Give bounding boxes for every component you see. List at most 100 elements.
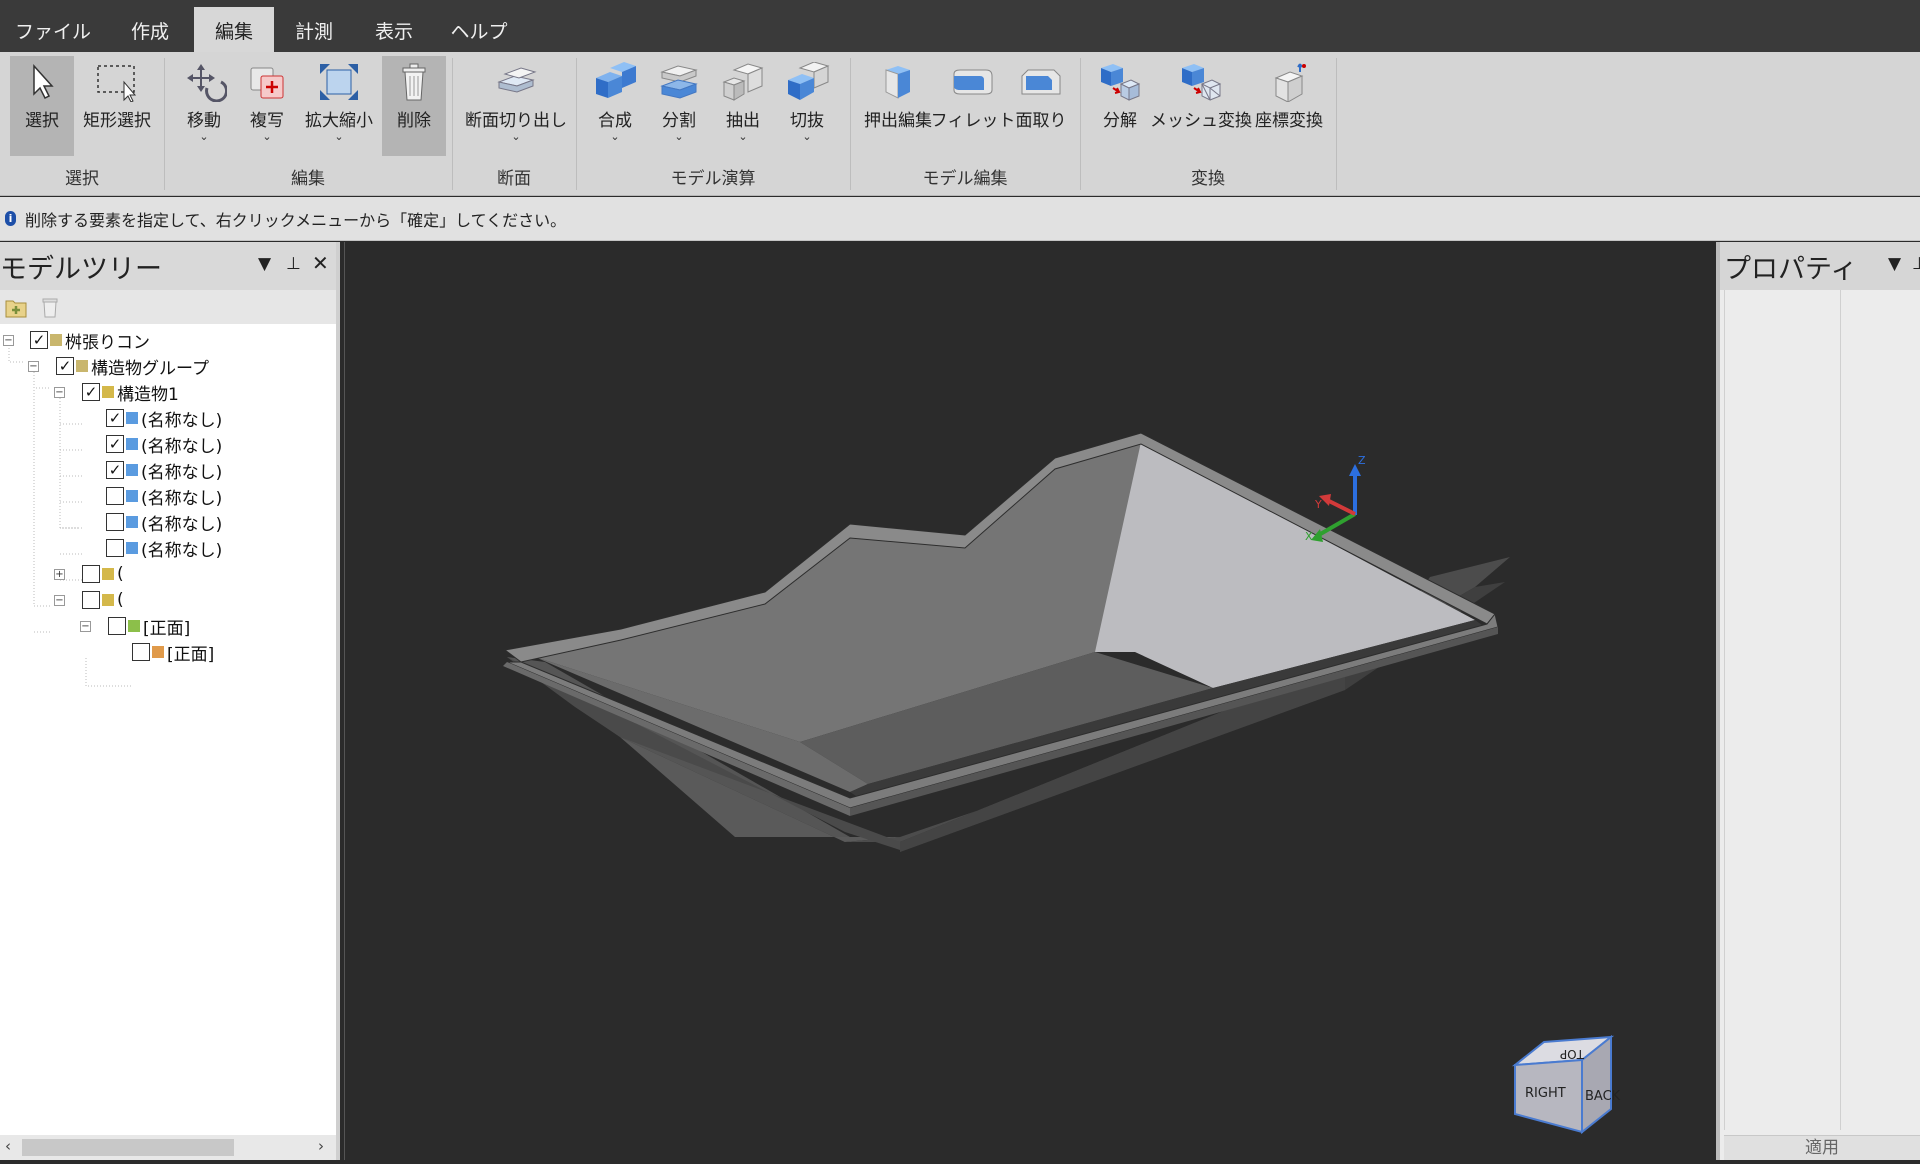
tree-item[interactable]: [正面] (132, 640, 214, 665)
tree-item[interactable]: − ✓ 桝張りコン (3, 328, 150, 353)
merge-button[interactable]: 合成 ⌄ (584, 56, 646, 156)
tree-item[interactable]: − ✓ 構造物グループ (28, 354, 209, 379)
tree-checkbox[interactable]: ✓ (106, 461, 124, 479)
copy-button[interactable]: 複写 ⌄ (238, 56, 296, 156)
view-cube[interactable]: TOP RIGHT BACK (1511, 1034, 1621, 1135)
collapse-icon[interactable]: − (54, 386, 65, 398)
tree-checkbox[interactable]: ✓ (106, 435, 124, 453)
tree-item[interactable]: ✓ (名称なし) (106, 406, 222, 431)
pin-icon[interactable]: ⊥ (1912, 254, 1920, 274)
explode-button[interactable]: 分解 (1088, 56, 1152, 156)
delete-button[interactable]: 削除 (382, 56, 446, 156)
horizontal-scrollbar[interactable]: ‹ › (0, 1135, 336, 1160)
split-label: 分割 (662, 111, 696, 131)
scale-label: 拡大縮小 (305, 111, 373, 131)
tree-checkbox[interactable] (132, 643, 150, 661)
tab-edit[interactable]: 編集 (194, 7, 274, 53)
group-label-model-edit: モデル編集 (922, 169, 1008, 189)
extract-button[interactable]: 抽出 ⌄ (712, 56, 774, 156)
mesh-convert-button[interactable]: メッシュ変換 (1150, 56, 1252, 156)
model-solid[interactable] (503, 432, 1515, 852)
solid-icon (126, 516, 138, 528)
chevron-down-icon: ⌄ (262, 130, 272, 143)
coord-convert-button[interactable]: 座標変換 (1250, 56, 1328, 156)
tree-item-label: [正面] (143, 618, 191, 639)
dropdown-icon[interactable]: ▼ (258, 254, 271, 274)
info-bar: i 削除する要素を指定して、右クリックメニューから「確定」してください。 (0, 197, 1920, 241)
group-icon (50, 334, 62, 346)
solid-icon (126, 438, 138, 450)
scale-button[interactable]: 拡大縮小 ⌄ (298, 56, 380, 156)
tree-checkbox[interactable]: ✓ (30, 331, 48, 349)
scrollbar-thumb[interactable] (22, 1139, 234, 1156)
group-label-convert: 変換 (1191, 169, 1225, 189)
extrude-edit-button[interactable]: 押出編集 (858, 56, 938, 156)
tab-help[interactable]: ヘルプ (434, 8, 524, 52)
tree-item[interactable]: (名称なし) (106, 536, 222, 561)
cutout-button[interactable]: 切抜 ⌄ (776, 56, 838, 156)
tree-item[interactable]: ✓ (名称なし) (106, 458, 223, 483)
tab-view[interactable]: 表示 (354, 8, 434, 52)
tree-checkbox[interactable]: ✓ (82, 383, 100, 401)
group-label-model-ops: モデル演算 (670, 169, 756, 189)
mesh-convert-icon (1182, 64, 1222, 101)
solid-icon (126, 464, 138, 476)
move-button[interactable]: 移動 ⌄ (172, 56, 236, 156)
rect-select-button[interactable]: 矩形選択 (76, 56, 158, 156)
tree-checkbox[interactable] (108, 617, 126, 635)
solid-icon (126, 490, 138, 502)
tab-measure[interactable]: 計測 (274, 8, 354, 52)
tree-checkbox[interactable]: ✓ (106, 409, 124, 427)
tree-checkbox[interactable] (82, 565, 100, 583)
scroll-left-icon[interactable]: ‹ (5, 1137, 11, 1155)
tree-checkbox[interactable] (106, 487, 124, 505)
move-label: 移動 (187, 111, 221, 131)
tree-checkbox[interactable]: ✓ (56, 357, 74, 375)
tree-item-label: (名称なし) (141, 462, 223, 483)
add-folder-icon[interactable] (4, 295, 30, 319)
extrude-edit-icon (885, 66, 910, 99)
tab-file[interactable]: ファイル (0, 8, 106, 52)
tree-item-label: 構造物グループ (91, 358, 209, 379)
collapse-icon[interactable]: − (54, 594, 65, 606)
fillet-button[interactable]: フィレット (931, 56, 1015, 156)
chamfer-button[interactable]: 面取り (1008, 56, 1074, 156)
tree-item[interactable]: − ✓ 構造物1 (54, 380, 179, 405)
trash-icon (402, 63, 426, 101)
model-tree-header: モデルツリー ▼ ⊥ ✕ (0, 242, 336, 290)
tree-item[interactable]: (名称なし) (106, 484, 222, 509)
tree-item[interactable]: (名称なし) (106, 510, 222, 535)
structure-icon (102, 594, 114, 606)
trash-icon[interactable] (40, 295, 60, 319)
model-tree-title: モデルツリー (0, 253, 162, 285)
chevron-down-icon: ⌄ (334, 130, 344, 143)
section-cut-button[interactable]: 断面切り出し ⌄ (460, 56, 572, 156)
apply-button[interactable]: 適用 (1724, 1135, 1920, 1160)
tree-item[interactable]: − [正面] (80, 614, 191, 639)
tree-item-label: (名称なし) (141, 436, 223, 457)
solid-icon (126, 412, 138, 424)
tree-checkbox[interactable] (106, 513, 124, 531)
tree-item[interactable]: ✓ (名称なし) (106, 432, 223, 457)
collapse-icon[interactable]: − (28, 360, 39, 372)
viewport-canvas[interactable]: Z X Y TOP RIGHT BACK (345, 242, 1716, 1160)
tree-item[interactable]: − ( (54, 588, 124, 612)
tree-item[interactable]: + ( (54, 562, 124, 586)
dropdown-icon[interactable]: ▼ (1888, 254, 1901, 274)
cutout-label: 切抜 (790, 111, 824, 131)
expand-icon[interactable]: + (54, 568, 65, 580)
tree-item-label: ( (117, 590, 124, 610)
scroll-right-icon[interactable]: › (318, 1137, 324, 1155)
pin-icon[interactable]: ⊥ (286, 254, 301, 274)
select-button[interactable]: 選択 (10, 56, 74, 156)
3d-viewport[interactable]: Z X Y TOP RIGHT BACK (344, 242, 1715, 1160)
copy-label: 複写 (250, 111, 284, 131)
tree-checkbox[interactable] (106, 539, 124, 557)
tree-checkbox[interactable] (82, 591, 100, 609)
close-icon[interactable]: ✕ (312, 251, 329, 275)
properties-title: プロパティ (1724, 253, 1858, 285)
split-button[interactable]: 分割 ⌄ (648, 56, 710, 156)
collapse-icon[interactable]: − (80, 620, 91, 632)
tab-create[interactable]: 作成 (106, 8, 194, 52)
collapse-icon[interactable]: − (3, 334, 14, 346)
